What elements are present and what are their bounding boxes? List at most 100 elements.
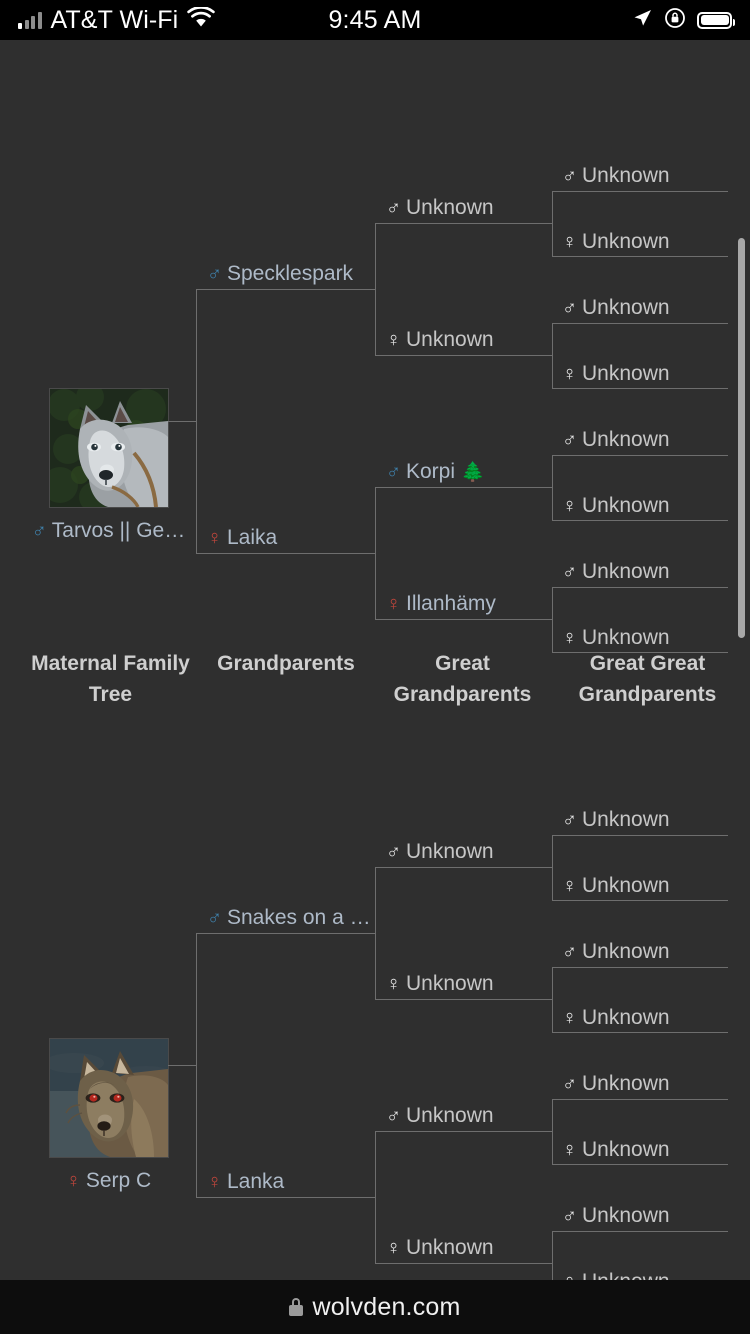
paternal-grandparent-4-name[interactable]: Illanhämy — [406, 592, 496, 615]
evergreen-tree-icon: 🌲 — [461, 462, 485, 483]
maternal-great-grandparent-4-name: Unknown — [582, 1006, 670, 1029]
vertical-scrollbar[interactable] — [738, 238, 745, 638]
maternal-great-grandparent-7-name: Unknown — [582, 1204, 670, 1227]
maternal-great-grandparent-3: ♂ Unknown — [562, 939, 670, 968]
paternal-great-grandparent-2-name: Unknown — [582, 230, 670, 253]
female-symbol-icon: ♀ — [562, 495, 577, 517]
male-symbol-icon: ♂ — [31, 520, 47, 542]
browser-bottom-bar[interactable]: wolvden.com — [0, 1280, 750, 1334]
paternal-great-grandparent-7-name: Unknown — [582, 560, 670, 583]
status-bar-right — [450, 7, 750, 34]
paternal-subject-portrait[interactable] — [48, 388, 169, 508]
male-symbol-icon: ♂ — [386, 1105, 401, 1127]
cellular-bars-icon — [18, 11, 42, 29]
maternal-great-grandparent-4: ♀ Unknown — [562, 1005, 670, 1034]
paternal-mother[interactable]: ♀ Laika — [207, 525, 277, 554]
maternal-grandparent-4-name: Unknown — [406, 1236, 494, 1259]
paternal-great-grandparent-2: ♀ Unknown — [562, 229, 670, 258]
paternal-mother-name[interactable]: Laika — [227, 526, 277, 549]
female-symbol-icon: ♀ — [386, 973, 401, 995]
paternal-subject-name[interactable]: Tarvos || Ge… — [52, 519, 185, 542]
maternal-gen1-bracket — [196, 933, 375, 1198]
male-symbol-icon: ♂ — [562, 429, 577, 451]
female-symbol-icon: ♀ — [562, 627, 577, 649]
paternal-grandparent-3-name[interactable]: Korpi — [406, 460, 455, 483]
maternal-great-grandparent-7: ♂ Unknown — [562, 1203, 670, 1232]
paternal-great-grandparent-1: ♂ Unknown — [562, 163, 670, 192]
paternal-tree-headers: Tree Grandparents Grandparents — [0, 40, 750, 78]
maternal-tree-grid: ♀ Serp C ♂ Snakes on a … ♀ Lanka ♂ Unknown — [0, 720, 750, 1280]
maternal-mother-name[interactable]: Lanka — [227, 1170, 284, 1193]
phone-screen: AT&T Wi-Fi 9:45 AM ♂ Tarvos || Ge… ♂ Spe… — [0, 0, 750, 1334]
paternal-great-grandparent-8-name: Unknown — [582, 626, 670, 649]
maternal-subject[interactable]: ♀ Serp C — [12, 1038, 205, 1193]
maternal-grandparent-1-name: Unknown — [406, 840, 494, 863]
paternal-great-grandparent-1-name: Unknown — [582, 164, 670, 187]
maternal-subject-connector — [168, 1065, 196, 1066]
female-symbol-icon: ♀ — [562, 1139, 577, 1161]
maternal-grandparent-2: ♀ Unknown — [386, 971, 494, 1000]
female-symbol-icon: ♀ — [562, 363, 577, 385]
paternal-subject-name-row[interactable]: ♂ Tarvos || Ge… — [12, 519, 205, 543]
paternal-subject-connector — [168, 421, 196, 422]
male-symbol-icon: ♂ — [562, 561, 577, 583]
maternal-grandparent-4: ♀ Unknown — [386, 1235, 494, 1264]
paternal-great-grandparent-4-name: Unknown — [582, 362, 670, 385]
male-symbol-icon: ♂ — [386, 841, 401, 863]
maternal-great-grandparent-8: ♀ Unknown — [562, 1269, 670, 1280]
female-symbol-icon: ♀ — [386, 1237, 401, 1259]
rotation-lock-icon — [664, 7, 686, 34]
location-arrow-icon — [631, 7, 653, 34]
maternal-grandparent-3-name: Unknown — [406, 1104, 494, 1127]
clock-label: 9:45 AM — [328, 5, 422, 34]
paternal-family-tree: Tree Grandparents Grandparents — [0, 40, 750, 653]
maternal-header-col0: Maternal Family Tree — [31, 652, 190, 706]
battery-full-icon — [697, 11, 735, 29]
paternal-subject[interactable]: ♂ Tarvos || Ge… — [12, 388, 205, 543]
site-url-label[interactable]: wolvden.com — [312, 1293, 460, 1322]
lock-icon — [289, 1298, 304, 1316]
paternal-father[interactable]: ♂ Specklespark — [207, 261, 353, 290]
paternal-grandparent-3[interactable]: ♂ Korpi 🌲 — [386, 459, 485, 489]
paternal-grandparent-2: ♀ Unknown — [386, 327, 494, 356]
maternal-great-grandparent-3-name: Unknown — [582, 940, 670, 963]
male-symbol-icon: ♂ — [562, 165, 577, 187]
female-symbol-icon: ♀ — [207, 1171, 222, 1193]
maternal-grandparent-1: ♂ Unknown — [386, 839, 494, 868]
paternal-great-grandparent-6: ♀ Unknown — [562, 493, 670, 522]
male-symbol-icon: ♂ — [207, 907, 222, 929]
page-scroll-area[interactable]: Tree Grandparents Grandparents — [0, 40, 750, 1280]
maternal-grandparent-2-name: Unknown — [406, 972, 494, 995]
maternal-subject-portrait[interactable] — [48, 1038, 169, 1158]
paternal-great-grandparent-5-name: Unknown — [582, 428, 670, 451]
male-symbol-icon: ♂ — [207, 263, 222, 285]
paternal-father-name[interactable]: Specklespark — [227, 262, 353, 285]
female-symbol-icon: ♀ — [562, 231, 577, 253]
paternal-great-grandparent-4: ♀ Unknown — [562, 361, 670, 390]
male-symbol-icon: ♂ — [386, 197, 401, 219]
maternal-header-col2: Great Grandparents — [393, 652, 532, 706]
maternal-father-name[interactable]: Snakes on a … — [227, 906, 371, 929]
maternal-great-grandparent-1-name: Unknown — [582, 808, 670, 831]
maternal-mother[interactable]: ♀ Lanka — [207, 1169, 284, 1198]
maternal-great-grandparent-5-name: Unknown — [582, 1072, 670, 1095]
female-symbol-icon: ♀ — [65, 1170, 81, 1192]
paternal-grandparent-2-name: Unknown — [406, 328, 494, 351]
female-symbol-icon: ♀ — [386, 329, 401, 351]
maternal-tree-headers: Maternal Family Tree Grandparents Great … — [0, 648, 750, 720]
female-symbol-icon: ♀ — [562, 1271, 577, 1280]
female-symbol-icon: ♀ — [207, 527, 222, 549]
male-symbol-icon: ♂ — [562, 1205, 577, 1227]
male-symbol-icon: ♂ — [562, 297, 577, 319]
maternal-header-col3: Great Great Grandparents — [578, 652, 717, 706]
paternal-gen1-bracket — [196, 289, 375, 554]
paternal-tree-grid: ♂ Tarvos || Ge… ♂ Specklespark ♀ Laika ♂ Unk… — [0, 78, 750, 653]
paternal-grandparent-4[interactable]: ♀ Illanhämy — [386, 591, 496, 620]
male-symbol-icon: ♂ — [386, 461, 401, 483]
maternal-father[interactable]: ♂ Snakes on a … — [207, 905, 371, 934]
maternal-subject-name-row[interactable]: ♀ Serp C — [12, 1169, 205, 1193]
paternal-grandparent-1-name: Unknown — [406, 196, 494, 219]
maternal-subject-name[interactable]: Serp C — [86, 1169, 151, 1192]
maternal-great-grandparent-6-name: Unknown — [582, 1138, 670, 1161]
female-symbol-icon: ♀ — [562, 1007, 577, 1029]
